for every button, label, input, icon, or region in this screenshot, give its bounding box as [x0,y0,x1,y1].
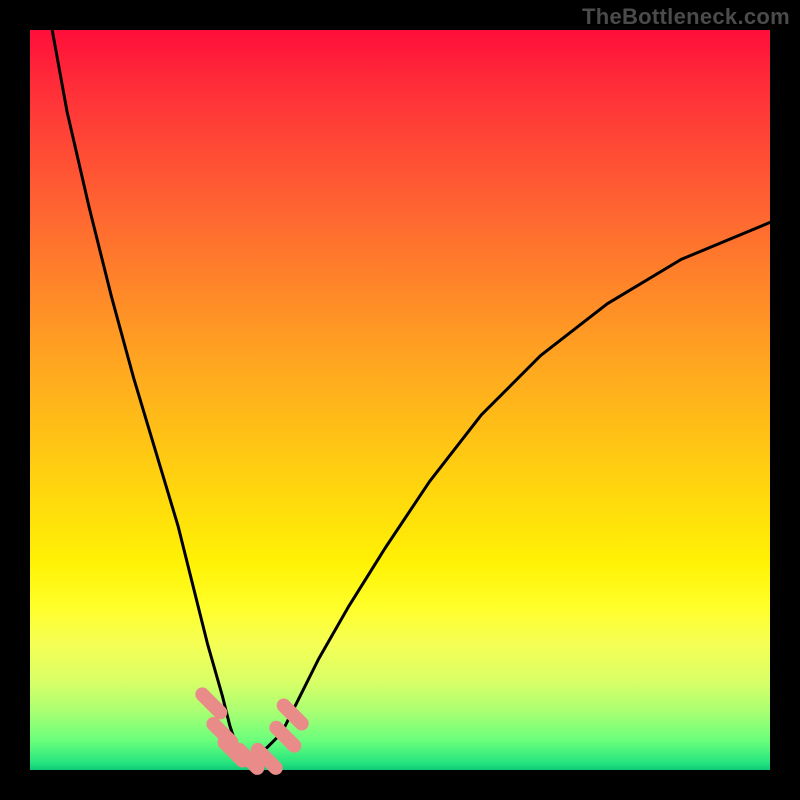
plot-area [30,30,770,770]
watermark-text: TheBottleneck.com [582,4,790,30]
chart-frame: TheBottleneck.com [0,0,800,800]
bottleneck-curve [52,30,770,755]
marker-group [202,694,301,768]
marker-a [202,694,220,712]
marker-f [276,728,294,746]
plot-svg [30,30,770,770]
